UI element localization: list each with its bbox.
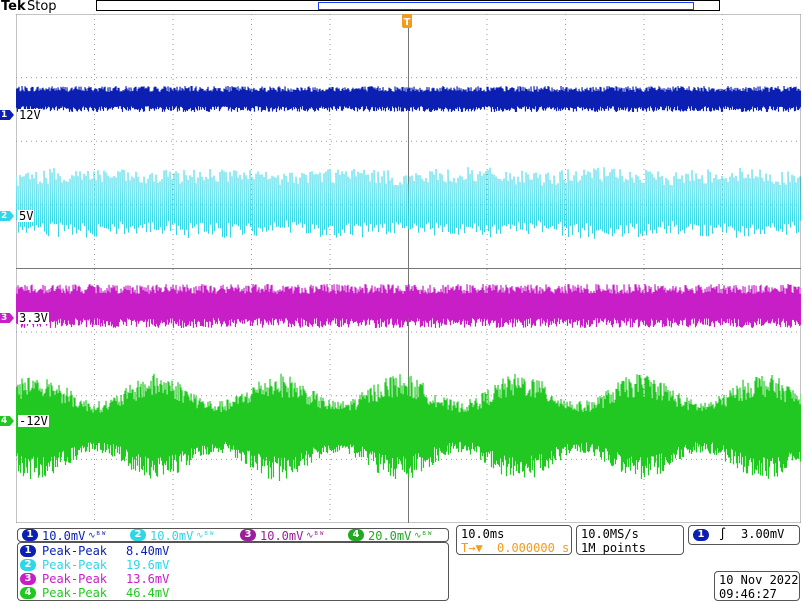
trigger-delay-value: 0.000000 s [497, 541, 570, 555]
channel-2-scale: 10.0mV [150, 529, 194, 543]
bandwidth-limit-icon: ∿ᴮᵂ [196, 531, 215, 541]
channel-1-ground-marker[interactable]: 1 [0, 110, 14, 120]
channel-1-badge[interactable]: 1 [22, 529, 38, 541]
trigger-delay-icon: T→▼ [461, 541, 483, 555]
channel-4-scale: 20.0mV [368, 529, 412, 543]
horizontal-scale: 10.0ms [461, 527, 505, 541]
acquisition-status: Stop [27, 0, 57, 14]
brand-logo: Tek [1, 0, 26, 14]
measurement-value: 8.40mV [126, 544, 170, 558]
trigger-position-marker[interactable]: T [402, 14, 412, 28]
channel-2-ground-marker[interactable]: 2 [0, 211, 14, 221]
channel-4-badge[interactable]: 4 [348, 529, 364, 541]
record-view-window[interactable] [318, 2, 694, 10]
measurement-source-badge: 2 [20, 559, 36, 571]
measurement-panel: 1 Peak-Peak 8.40mV 2 Peak-Peak 19.6mV 3 Peak-Pe… [17, 542, 449, 601]
channel-1-scale: 10.0mV [42, 529, 86, 543]
trigger-source-badge: 1 [693, 529, 709, 541]
acquisition-box[interactable]: 10.0MS/s 1M points [576, 525, 684, 555]
measurement-source-badge: 3 [20, 573, 36, 585]
bandwidth-limit-icon: ∿ᴮᵂ [306, 531, 325, 541]
measurement-label: Peak-Peak [42, 572, 108, 586]
channel-3-label: 3.3V [18, 311, 49, 325]
sample-rate: 10.0MS/s [581, 527, 639, 541]
trigger-slope-icon: ∫ [719, 527, 727, 541]
channel-scale-bar: 1 10.0mV ∿ᴮᵂ 2 10.0mV ∿ᴮᵂ 3 10.0mV ∿ᴮᵂ 4 20.0mV ∿ᴮᵂ [17, 528, 449, 543]
measurement-source-badge: 4 [20, 587, 36, 599]
measurement-label: Peak-Peak [42, 558, 108, 572]
measurement-row[interactable]: 2 Peak-Peak 19.6mV [20, 558, 440, 572]
channel-2-label: 5V [18, 209, 35, 223]
channel-4-label: -12V [18, 414, 49, 428]
time: 09:46:27 [719, 587, 777, 601]
measurement-value: 19.6mV [126, 558, 170, 572]
status-bar: Tek Stop [0, 0, 803, 14]
channel-3-ground-marker[interactable]: 3 [0, 313, 14, 323]
measurement-row[interactable]: 3 Peak-Peak 13.6mV [20, 572, 440, 586]
timebase-box[interactable]: 10.0ms T→▼ 0.000000 s [456, 525, 572, 555]
channel-4-ground-marker[interactable]: 4 [0, 416, 14, 426]
record-length-bar [96, 0, 720, 11]
measurement-source-badge: 1 [20, 545, 36, 557]
measurement-row[interactable]: 1 Peak-Peak 8.40mV [20, 544, 440, 558]
record-length: 1M points [581, 541, 647, 555]
trigger-level: 3.00mV [741, 527, 785, 541]
trigger-position-label: T [404, 17, 411, 28]
channel-3-scale: 10.0mV [260, 529, 304, 543]
measurement-label: Peak-Peak [42, 586, 108, 600]
measurement-label: Peak-Peak [42, 544, 108, 558]
measurement-value: 46.4mV [126, 586, 170, 600]
bandwidth-limit-icon: ∿ᴮᵂ [414, 531, 433, 541]
date: 10 Nov 2022 [719, 573, 799, 587]
channel-3-badge[interactable]: 3 [240, 529, 256, 541]
bandwidth-limit-icon: ∿ᴮᵂ [88, 531, 107, 541]
trigger-box[interactable]: 1 ∫ 3.00mV [688, 525, 800, 545]
measurement-row[interactable]: 4 Peak-Peak 46.4mV [20, 586, 440, 600]
datetime-box: 10 Nov 2022 09:46:27 [714, 571, 800, 601]
waveform-display[interactable]: T [16, 14, 801, 523]
measurement-value: 13.6mV [126, 572, 170, 586]
channel-2-badge[interactable]: 2 [130, 529, 146, 541]
channel-1-label: 12V [18, 108, 42, 122]
